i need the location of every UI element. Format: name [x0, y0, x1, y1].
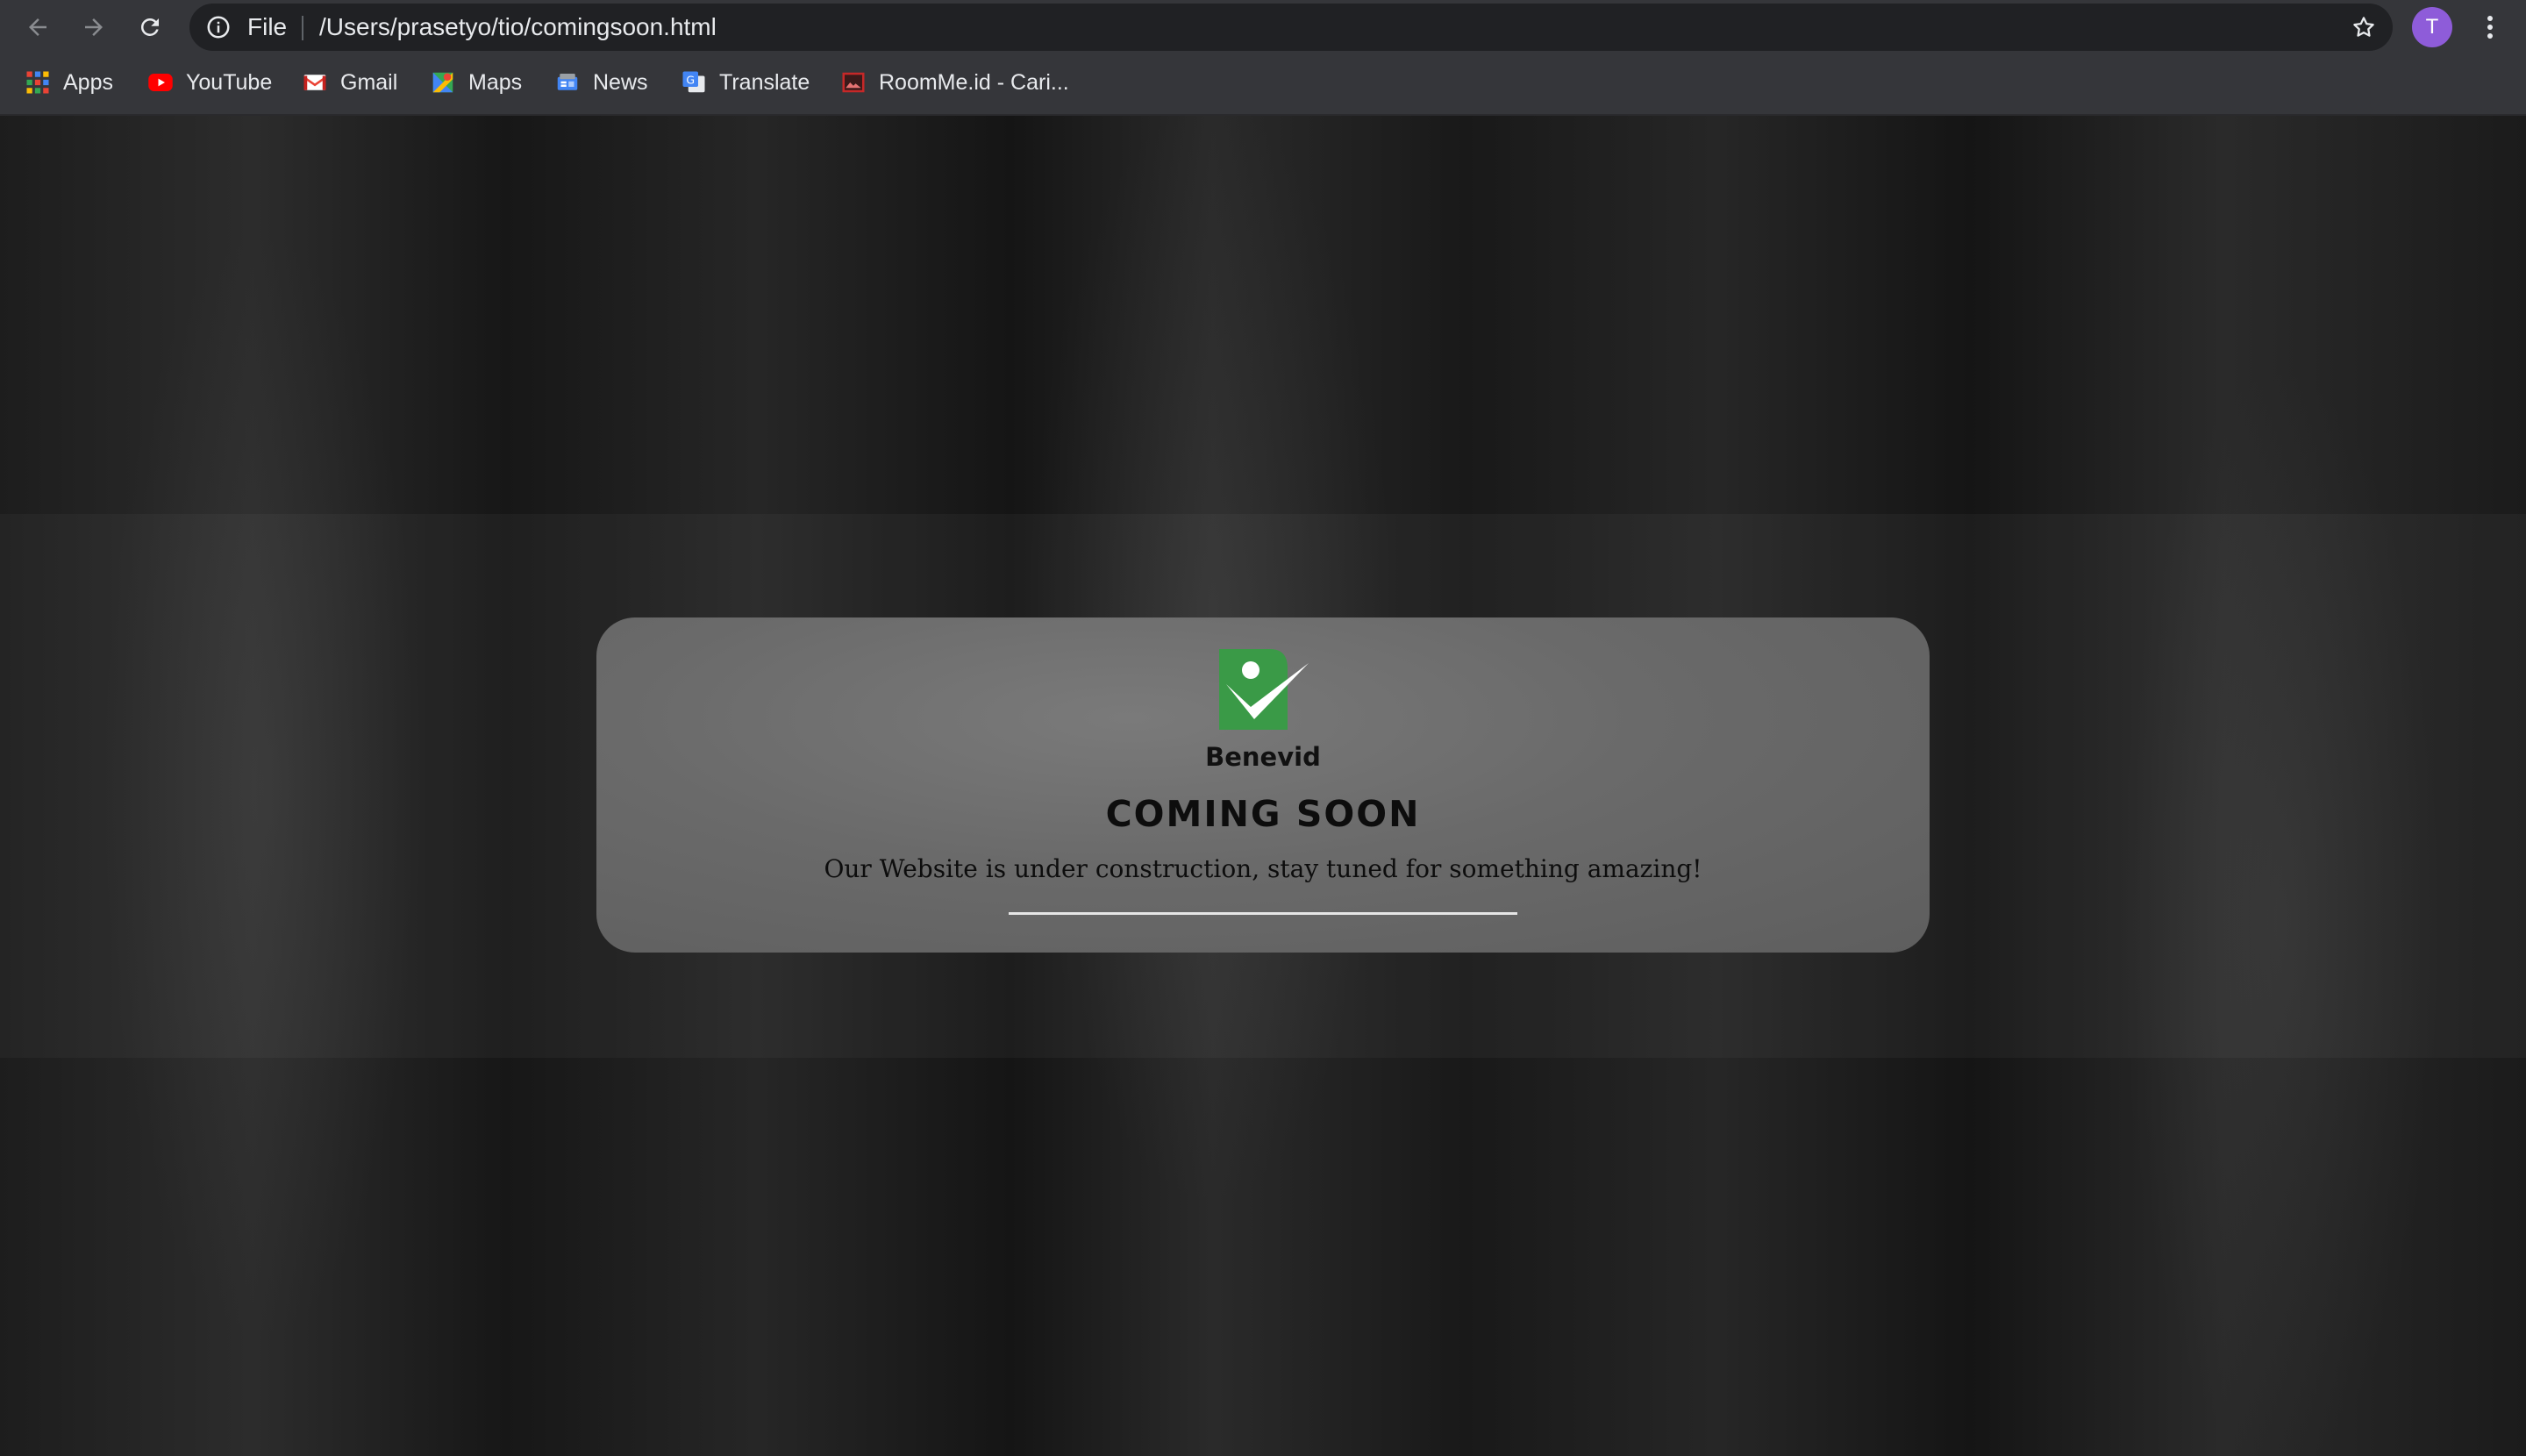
- gmail-icon: [303, 75, 326, 90]
- bookmark-label: Translate: [719, 69, 810, 95]
- info-icon[interactable]: [205, 14, 232, 40]
- bookmark-label: Apps: [63, 69, 113, 95]
- bookmark-youtube[interactable]: YouTube: [147, 54, 272, 111]
- arrow-right-icon: [85, 18, 103, 36]
- youtube-icon: [148, 74, 173, 91]
- bookmark-maps[interactable]: Maps: [430, 54, 522, 111]
- reload-icon: [140, 18, 159, 36]
- browser-window: File /Users/prasetyo/tio/comingsoon.html…: [0, 0, 2526, 1456]
- news-icon: [557, 74, 578, 90]
- bookmark-label: Gmail: [340, 69, 398, 95]
- scheme-label: File: [247, 13, 288, 40]
- arrow-left-icon: [29, 18, 46, 36]
- translate-icon: G: [682, 71, 705, 93]
- bookmark-label: Maps: [468, 69, 523, 95]
- bookmark-label: News: [593, 69, 648, 95]
- bookmark-roomme[interactable]: RoomMe.id - Cari...: [840, 54, 1069, 111]
- apps-grid-icon: [26, 71, 49, 94]
- bookmark-label: YouTube: [186, 69, 273, 95]
- construction-message: Our Website is under construction, stay …: [824, 854, 1702, 883]
- maps-icon: [432, 72, 453, 93]
- bookmark-label: RoomMe.id - Cari...: [879, 69, 1069, 95]
- bookmark-apps[interactable]: Apps: [25, 54, 113, 111]
- browser-toolbar: File /Users/prasetyo/tio/comingsoon.html…: [0, 0, 2526, 54]
- address-divider: [302, 16, 303, 40]
- benevid-logo-icon: [1219, 649, 1309, 730]
- star-icon[interactable]: [2351, 14, 2377, 40]
- coming-soon-card: Benevid COMING SOON Our Website is under…: [596, 617, 1930, 953]
- roomme-icon: [842, 72, 865, 93]
- url-text[interactable]: /Users/prasetyo/tio/comingsoon.html: [319, 4, 717, 51]
- back-button[interactable]: [18, 7, 58, 47]
- more-vert-icon: [2487, 16, 2493, 39]
- reload-button[interactable]: [130, 7, 170, 47]
- bookmark-gmail[interactable]: Gmail: [302, 54, 397, 111]
- bookmarks-bar: Apps YouTube Gmail Maps News G Translate…: [0, 54, 2526, 116]
- divider-line: [1009, 912, 1517, 915]
- bookmark-news[interactable]: News: [554, 54, 648, 111]
- svg-text:G: G: [686, 73, 695, 86]
- page-content: Benevid COMING SOON Our Website is under…: [0, 116, 2526, 1456]
- browser-menu-button[interactable]: [2470, 7, 2510, 47]
- forward-button[interactable]: [74, 7, 114, 47]
- address-bar[interactable]: File /Users/prasetyo/tio/comingsoon.html: [189, 4, 2393, 51]
- brand-name: Benevid: [1205, 742, 1321, 772]
- bookmark-translate[interactable]: G Translate: [681, 54, 810, 111]
- page-title: COMING SOON: [1105, 793, 1421, 835]
- profile-avatar[interactable]: T: [2412, 7, 2452, 47]
